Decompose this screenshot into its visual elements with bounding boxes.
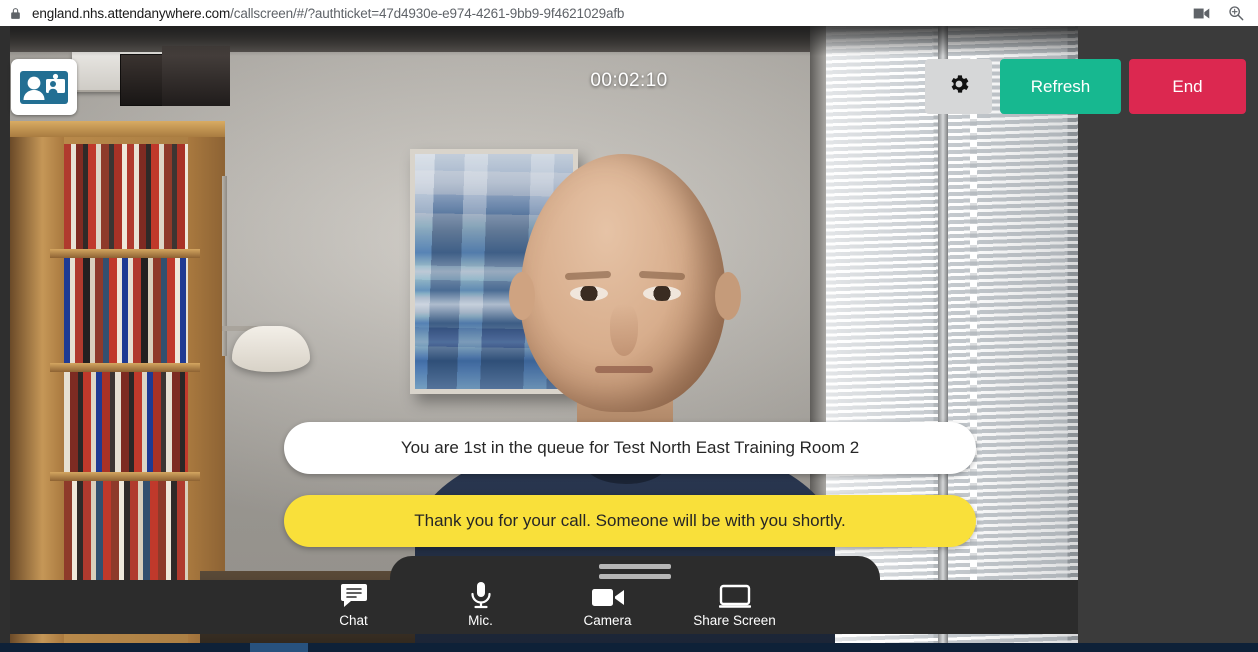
url-text[interactable]: england.nhs.attendanywhere.com/callscree… xyxy=(32,6,624,21)
chat-bubble-icon xyxy=(290,583,417,609)
lamp-shade xyxy=(232,326,310,372)
toolbar-item-chat[interactable]: Chat xyxy=(290,583,417,634)
toolbar-label-mic: Mic. xyxy=(468,613,493,628)
books-row-3 xyxy=(64,372,188,472)
os-taskbar xyxy=(0,643,1258,652)
url-domain: england.nhs.attendanywhere.com xyxy=(32,5,231,21)
header-gradient-overlay xyxy=(10,26,1078,56)
call-toolbar: Chat Mic. Camera Share Screen xyxy=(10,556,1078,634)
toolbar-label-chat: Chat xyxy=(339,613,368,628)
url-path: /callscreen/#/?authticket=47d4930e-e974-… xyxy=(230,5,625,21)
microphone-icon xyxy=(417,581,544,609)
call-screen: 00:02:10 Refresh End You are 1st in the … xyxy=(0,26,1258,643)
window-with-blinds xyxy=(810,26,1078,643)
person-ear-right xyxy=(715,272,741,320)
screen: england.nhs.attendanywhere.com/callscree… xyxy=(0,0,1258,652)
person-eye-right xyxy=(643,286,681,301)
video-camera-icon xyxy=(544,585,671,609)
toolbar-label-camera: Camera xyxy=(583,613,632,628)
attend-anywhere-logo xyxy=(11,59,77,115)
toolbar-item-mic[interactable]: Mic. xyxy=(417,581,544,634)
person-eye-left xyxy=(570,286,608,301)
browser-address-bar: england.nhs.attendanywhere.com/callscree… xyxy=(0,0,1258,26)
refresh-button[interactable]: Refresh xyxy=(1000,59,1121,114)
monitor-screen-icon xyxy=(671,584,798,609)
books-row-2 xyxy=(64,258,188,363)
settings-button[interactable] xyxy=(925,59,992,114)
video-call-logo-icon xyxy=(20,71,68,104)
zoom-in-magnifier-icon[interactable] xyxy=(1228,5,1244,21)
shelf-board-1 xyxy=(50,249,200,258)
toolbar-items: Chat Mic. Camera Share Screen xyxy=(10,556,1078,634)
letterbox-right xyxy=(1078,26,1258,643)
books-row-1 xyxy=(64,144,188,249)
lock-icon xyxy=(9,7,22,20)
thank-you-message: Thank you for your call. Someone will be… xyxy=(284,495,976,547)
letterbox-left xyxy=(0,26,10,643)
toolbar-item-camera[interactable]: Camera xyxy=(544,585,671,634)
queue-position-message: You are 1st in the queue for Test North … xyxy=(284,422,976,474)
toolbar-item-share-screen[interactable]: Share Screen xyxy=(671,584,798,634)
video-stage xyxy=(10,26,1078,643)
gear-icon xyxy=(947,72,971,101)
shelf-board-2 xyxy=(50,363,200,372)
person-head xyxy=(520,154,726,412)
end-call-button[interactable]: End xyxy=(1129,59,1246,114)
shelf-board-3 xyxy=(50,472,200,481)
person-ear-left xyxy=(509,272,535,320)
video-camera-icon[interactable] xyxy=(1193,7,1210,20)
browser-toolbar-icons xyxy=(1193,5,1244,21)
person-nose xyxy=(610,304,638,356)
call-header-actions: Refresh End xyxy=(925,59,1246,114)
window-frame-divider xyxy=(938,26,948,643)
taskbar-active-window[interactable] xyxy=(250,643,308,652)
toolbar-label-share-screen: Share Screen xyxy=(693,613,776,628)
bookshelf-top xyxy=(10,121,225,137)
person-mouth xyxy=(595,366,653,373)
